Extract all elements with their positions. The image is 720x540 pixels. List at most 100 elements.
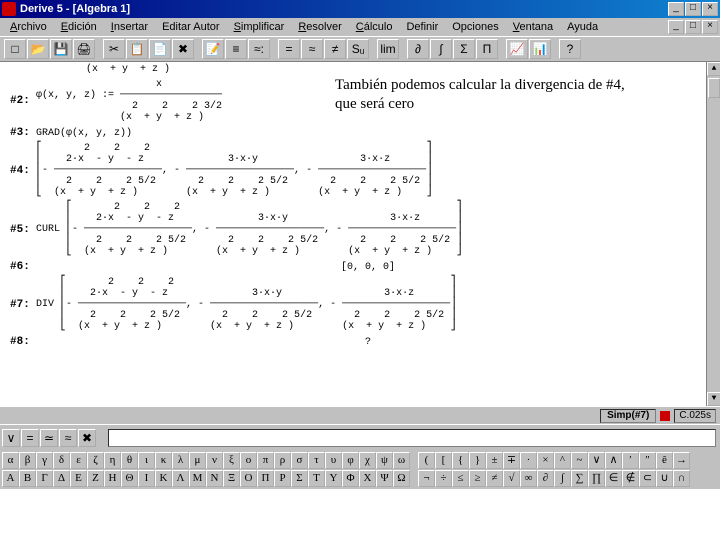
symbol-σ[interactable]: σ <box>291 452 308 469</box>
scroll-down-button[interactable]: ▼ <box>707 392 720 406</box>
symbol-Τ[interactable]: Τ <box>308 470 325 487</box>
symbol-Δ[interactable]: Δ <box>53 470 70 487</box>
scroll-up-button[interactable]: ▲ <box>707 62 720 76</box>
symbol-≥[interactable]: ≥ <box>469 470 486 487</box>
minimize-button[interactable]: _ <box>668 2 684 16</box>
symbol-[[interactable]: [ <box>435 452 452 469</box>
symbol-ê[interactable]: ê <box>656 452 673 469</box>
expr-row[interactable]: #3:GRAD(φ(x, y, z)) <box>0 125 720 141</box>
symbol-ζ[interactable]: ζ <box>87 452 104 469</box>
symbol-Β[interactable]: Β <box>19 470 36 487</box>
menu-opciones[interactable]: Opciones <box>446 20 504 34</box>
symbol-κ[interactable]: κ <box>155 452 172 469</box>
expr-row[interactable]: #5: ⎡ 2 2 2 ⎤ ⎢ 2·x - y - z 3·x·y 3·x·z … <box>0 200 720 259</box>
lim-icon[interactable]: lim <box>377 39 399 59</box>
menu-calculo[interactable]: Cálculo <box>350 20 399 34</box>
symbol-÷[interactable]: ÷ <box>435 470 452 487</box>
delete-icon[interactable]: ✖ <box>172 39 194 59</box>
simplify-icon[interactable]: ≡ <box>225 39 247 59</box>
symbol-⊂[interactable]: ⊂ <box>639 470 656 487</box>
symbol-±[interactable]: ± <box>486 452 503 469</box>
input-op-button-2[interactable]: ≃ <box>40 429 58 447</box>
symbol-ξ[interactable]: ξ <box>223 452 240 469</box>
symbol-}[interactable]: } <box>469 452 486 469</box>
menu-resolver[interactable]: Resolver <box>292 20 347 34</box>
expr-body[interactable]: ⎡ 2 2 2 ⎤ ⎢ 2·x - y - z 3·x·y 3·x·z ⎥ ⎢-… <box>36 143 720 198</box>
symbol-≤[interactable]: ≤ <box>452 470 469 487</box>
symbol-Ω[interactable]: Ω <box>393 470 410 487</box>
symbol-∉[interactable]: ∉ <box>622 470 639 487</box>
symbol-×[interactable]: × <box>537 452 554 469</box>
expr-body[interactable]: ? <box>36 337 720 348</box>
symbol-η[interactable]: η <box>104 452 121 469</box>
author-icon[interactable]: 📝 <box>202 39 224 59</box>
menu-archivo[interactable]: Archivo <box>4 20 53 34</box>
menu-editar-autor[interactable]: Editar Autor <box>156 20 225 34</box>
partial-icon[interactable]: ∂ <box>407 39 429 59</box>
symbol-Ι[interactable]: Ι <box>138 470 155 487</box>
approx-icon[interactable]: ≈: <box>248 39 270 59</box>
expr-body[interactable]: ⎡ 2 2 2 ⎤ ⎢ 2·x - y - z 3·x·y 3·x·z ⎥ CU… <box>36 202 720 257</box>
symbol-∧[interactable]: ∧ <box>605 452 622 469</box>
expr-body[interactable]: ⎡ 2 2 2 ⎤ ⎢ 2·x - y - z 3·x·y 3·x·z ⎥ DI… <box>36 277 720 332</box>
mdi-maximize-button[interactable]: □ <box>685 20 701 34</box>
symbol-δ[interactable]: δ <box>53 452 70 469</box>
plot2d-icon[interactable]: 📈 <box>506 39 528 59</box>
symbol-∈[interactable]: ∈ <box>605 470 622 487</box>
symbol-ψ[interactable]: ψ <box>376 452 393 469</box>
save-icon[interactable]: 💾 <box>50 39 72 59</box>
symbol-Ζ[interactable]: Ζ <box>87 470 104 487</box>
symbol-υ[interactable]: υ <box>325 452 342 469</box>
paste-icon[interactable]: 📄 <box>149 39 171 59</box>
symbol-∏[interactable]: ∏ <box>588 470 605 487</box>
symbol-√[interactable]: √ <box>503 470 520 487</box>
sub-icon[interactable]: Sᵤ <box>347 39 369 59</box>
symbol-^[interactable]: ^ <box>554 452 571 469</box>
menu-ayuda[interactable]: Ayuda <box>561 20 604 34</box>
vertical-scrollbar[interactable]: ▲ ▼ <box>706 62 720 406</box>
symbol-Α[interactable]: Α <box>2 470 19 487</box>
symbol-{[interactable]: { <box>452 452 469 469</box>
symbol-π[interactable]: π <box>257 452 274 469</box>
symbol-([interactable]: ( <box>418 452 435 469</box>
symbol-ε[interactable]: ε <box>70 452 87 469</box>
mdi-close-button[interactable]: × <box>702 20 718 34</box>
symbol-γ[interactable]: γ <box>36 452 53 469</box>
expr-top[interactable]: (x + y + z ) <box>36 64 720 75</box>
symbol-→[interactable]: → <box>673 452 690 469</box>
open-icon[interactable]: 📂 <box>27 39 49 59</box>
menu-simplificar[interactable]: Simplificar <box>228 20 291 34</box>
cut-icon[interactable]: ✂ <box>103 39 125 59</box>
copy-icon[interactable]: 📋 <box>126 39 148 59</box>
symbol-ρ[interactable]: ρ <box>274 452 291 469</box>
symbol-φ[interactable]: φ <box>342 452 359 469</box>
expression-input[interactable] <box>108 429 716 447</box>
symbol-λ[interactable]: λ <box>172 452 189 469</box>
plot3d-icon[interactable]: 📊 <box>529 39 551 59</box>
sum-icon[interactable]: Σ <box>453 39 475 59</box>
symbol-″[interactable]: ″ <box>639 452 656 469</box>
symbol-ν[interactable]: ν <box>206 452 223 469</box>
symbol-Ρ[interactable]: Ρ <box>274 470 291 487</box>
mdi-minimize-button[interactable]: _ <box>668 20 684 34</box>
symbol-Ν[interactable]: Ν <box>206 470 223 487</box>
symbol-α[interactable]: α <box>2 452 19 469</box>
expr-row[interactable]: #4:⎡ 2 2 2 ⎤ ⎢ 2·x - y - z 3·x·y 3·x·z ⎥… <box>0 141 720 200</box>
symbol-Ε[interactable]: Ε <box>70 470 87 487</box>
help-icon[interactable]: ? <box>559 39 581 59</box>
menu-edicion[interactable]: Edición <box>55 20 103 34</box>
symbol-θ[interactable]: θ <box>121 452 138 469</box>
menu-ventana[interactable]: Ventana <box>507 20 559 34</box>
expr-row[interactable]: #6:[0, 0, 0] <box>0 259 720 275</box>
symbol-Σ[interactable]: Σ <box>291 470 308 487</box>
print-icon[interactable]: 🖨 <box>73 39 95 59</box>
unequal-icon[interactable]: ≠ <box>324 39 346 59</box>
symbol-Ψ[interactable]: Ψ <box>376 470 393 487</box>
equals-icon[interactable]: = <box>278 39 300 59</box>
symbol-Χ[interactable]: Χ <box>359 470 376 487</box>
expr-body[interactable]: [0, 0, 0] <box>36 262 720 273</box>
symbol-Η[interactable]: Η <box>104 470 121 487</box>
symbol-Μ[interactable]: Μ <box>189 470 206 487</box>
symbol-Γ[interactable]: Γ <box>36 470 53 487</box>
symbol-Ο[interactable]: Ο <box>240 470 257 487</box>
